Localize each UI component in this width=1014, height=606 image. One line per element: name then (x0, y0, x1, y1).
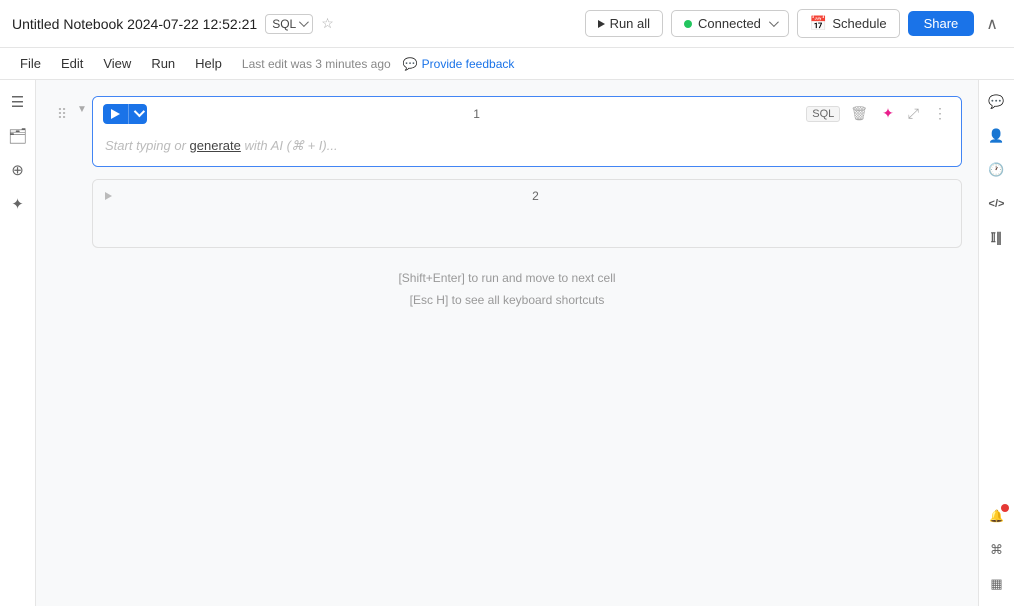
cell-1-number: 1 (153, 107, 800, 121)
cell-1-body[interactable]: Start typing or generate with AI (⌘ + I)… (93, 130, 961, 166)
cell-1-delete-button[interactable]: 🗑 (846, 103, 872, 124)
left-sidebar: ☰ 🗂 ⊕ ✦ (0, 80, 36, 606)
menu-help[interactable]: Help (187, 54, 230, 73)
sidebar-document-icon[interactable]: ☰ (4, 88, 32, 116)
sidebar-folder-icon[interactable]: 🗂 (4, 122, 32, 150)
sidebar-sparkle-icon[interactable]: ✦ (4, 190, 32, 218)
keyboard-shortcut-icon[interactable]: ⌘ (983, 536, 1011, 564)
sql-label: SQL (272, 17, 296, 31)
cell-1-play-icon (111, 109, 120, 119)
run-all-button[interactable]: Run all (585, 10, 663, 37)
schedule-button[interactable]: 📅 Schedule (797, 9, 900, 38)
cell-1-more-button[interactable]: ⋮ (929, 103, 951, 124)
generate-link[interactable]: generate (190, 138, 241, 153)
menu-edit[interactable]: Edit (53, 54, 91, 73)
notebook-title: Untitled Notebook 2024-07-22 12:52:21 (12, 16, 257, 32)
cell-2-run-button[interactable] (103, 186, 114, 205)
cell-2-number: 2 (120, 189, 951, 203)
cell-1-expand-button[interactable]: ⤢ (904, 103, 923, 124)
cell-2-drag-handle[interactable]: ⠿ (52, 179, 72, 206)
right-sidebar: 💬 👤 🕐 </> 𝕀∥ 🔔 ⌘ ▦ (978, 80, 1014, 606)
cell-1-run-group (103, 104, 147, 124)
cell-1-sql-badge: SQL (806, 106, 840, 122)
run-all-icon (598, 20, 605, 28)
connected-status-dot (684, 20, 692, 28)
collapse-button[interactable]: ∧ (982, 12, 1002, 36)
sql-dropdown-icon (299, 17, 309, 27)
menubar: File Edit View Run Help Last edit was 3 … (0, 48, 1014, 80)
code-icon[interactable]: </> (983, 190, 1011, 218)
hint-line-1: [Shift+Enter] to run and move to next ce… (36, 268, 978, 290)
connected-button[interactable]: Connected (671, 10, 789, 37)
header: Untitled Notebook 2024-07-22 12:52:21 SQ… (0, 0, 1014, 48)
sidebar-database-icon[interactable]: ⊕ (4, 156, 32, 184)
feedback-label: Provide feedback (422, 57, 515, 71)
history-icon[interactable]: 🕐 (983, 156, 1011, 184)
notebook-content: ⠿ ▼ 1 SQL 🗑 ✦ (36, 80, 978, 606)
connected-label: Connected (698, 16, 761, 31)
share-button[interactable]: Share (908, 11, 975, 36)
library-icon[interactable]: 𝕀∥ (983, 224, 1011, 252)
calendar-icon: 📅 (810, 15, 827, 32)
star-icon[interactable]: ☆ (321, 15, 334, 32)
header-actions: Run all Connected 📅 Schedule Share ∧ (585, 9, 1002, 38)
notification-icon[interactable]: 🔔 (983, 502, 1011, 530)
connected-dropdown-icon (769, 17, 779, 27)
layout-icon[interactable]: ▦ (983, 570, 1011, 598)
cell-2-header: 2 (93, 180, 961, 211)
feedback-link[interactable]: 💬 Provide feedback (403, 57, 515, 71)
feedback-icon: 💬 (403, 57, 418, 71)
menu-view[interactable]: View (95, 54, 139, 73)
last-edit-text: Last edit was 3 minutes ago (242, 57, 391, 71)
hint-line-2: [Esc H] to see all keyboard shortcuts (36, 290, 978, 312)
menu-run[interactable]: Run (143, 54, 183, 73)
cell-1-header: 1 SQL 🗑 ✦ ⤢ ⋮ (93, 97, 961, 130)
schedule-label: Schedule (832, 16, 886, 31)
keyboard-hints: [Shift+Enter] to run and move to next ce… (36, 268, 978, 311)
cell-2-play-icon (105, 192, 112, 200)
cell-1-drag-handle[interactable]: ⠿ (52, 96, 72, 123)
cell-1-wrapper: ⠿ ▼ 1 SQL 🗑 ✦ (36, 96, 978, 167)
run-all-label: Run all (610, 16, 650, 31)
cell-1-run-button[interactable] (103, 105, 128, 123)
notification-badge (1001, 504, 1009, 512)
cell-1-run-dropdown[interactable] (128, 104, 147, 124)
person-icon[interactable]: 👤 (983, 122, 1011, 150)
cell-2-body[interactable] (93, 211, 961, 247)
sql-type-button[interactable]: SQL (265, 14, 313, 34)
main-layout: ☰ 🗂 ⊕ ✦ ⠿ ▼ (0, 80, 1014, 606)
cell-2: 2 (92, 179, 962, 248)
cell-1-collapse-button[interactable]: ▼ (77, 104, 87, 115)
cell-1: 1 SQL 🗑 ✦ ⤢ ⋮ Start typing or generate w… (92, 96, 962, 167)
cell-2-wrapper: ⠿ 2 (36, 179, 978, 248)
menu-file[interactable]: File (12, 54, 49, 73)
comment-icon[interactable]: 💬 (983, 88, 1011, 116)
cell-1-run-chevron (134, 105, 145, 116)
cell-1-ai-button[interactable]: ✦ (878, 103, 898, 124)
